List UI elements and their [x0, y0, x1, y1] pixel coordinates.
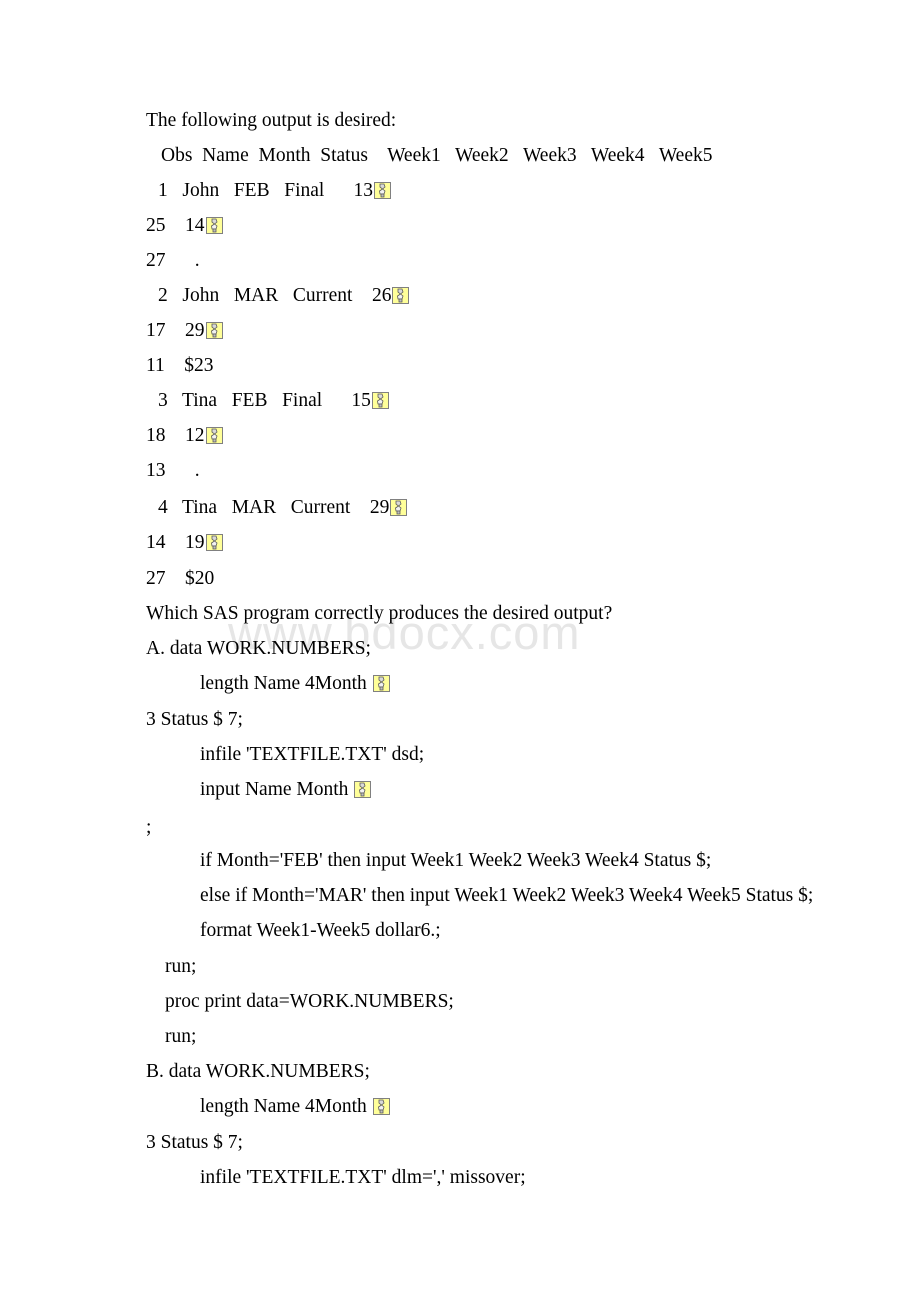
broken-image-placeholder-icon	[205, 534, 223, 551]
sp	[577, 145, 591, 166]
header-week4: Week4	[590, 145, 645, 166]
broken-image-placeholder-icon	[392, 287, 410, 304]
row-main-text: 1 John FEB Final 13	[158, 180, 374, 201]
row-cont-text: 17 29	[146, 320, 205, 341]
choice-b-label[interactable]: B. data WORK.NUMBERS;	[146, 1061, 370, 1085]
table-row-cont: 25 14	[146, 215, 224, 239]
question-text: Which SAS program correctly produces the…	[146, 603, 613, 624]
table-row: 1 John FEB Final 13	[158, 180, 392, 204]
sp	[441, 145, 455, 166]
choice-a-line: if Month='FEB' then input Week1 Week2 We…	[200, 850, 712, 871]
document-page: www.bdocx.com The following output is de…	[0, 0, 920, 1302]
header-week5: Week5	[658, 145, 713, 166]
sp	[311, 145, 321, 166]
choice-a-line: else if Month='MAR' then input Week1 Wee…	[200, 885, 814, 906]
sp	[509, 145, 523, 166]
choice-a-line: input Name Month	[200, 779, 372, 803]
table-row-cont: 17 29	[146, 320, 224, 344]
choice-a-line: infile 'TEXTFILE.TXT' dsd;	[200, 744, 425, 765]
broken-image-placeholder-icon	[371, 392, 389, 409]
header-week3: Week3	[522, 145, 577, 166]
row-main-text: 2 John MAR Current 26	[158, 285, 392, 306]
header-name: Name	[202, 145, 249, 166]
row-main-text: 4 Tina MAR Current 29	[158, 497, 390, 518]
table-row-cont: 27 $20	[146, 568, 215, 589]
header-obs: Obs	[161, 145, 193, 166]
choice-a-line: run;	[165, 956, 197, 977]
broken-image-placeholder-icon	[372, 1098, 390, 1115]
broken-image-placeholder-icon	[205, 217, 223, 234]
intro-text: The following output is desired:	[146, 110, 397, 131]
output-table-header: Obs Name Month Status Week1 Week2 Week3 …	[161, 145, 713, 169]
header-week2: Week2	[455, 145, 509, 166]
table-row: 2 John MAR Current 26	[158, 285, 410, 309]
sp	[368, 145, 387, 166]
broken-image-placeholder-icon	[390, 499, 408, 516]
broken-image-placeholder-icon	[205, 427, 223, 444]
choice-a-line: run;	[165, 1026, 197, 1047]
sp	[192, 145, 202, 166]
row-cont-text: 25 14	[146, 215, 205, 236]
header-week1: Week1	[387, 145, 441, 166]
choice-a-line: 3 Status $ 7;	[146, 709, 243, 730]
choice-b-line: 3 Status $ 7;	[146, 1132, 243, 1153]
table-row-cont: 18 12	[146, 425, 224, 449]
choice-b-line: infile 'TEXTFILE.TXT' dlm=',' missover;	[200, 1167, 526, 1188]
table-row-cont: 14 19	[146, 532, 224, 556]
choice-a-line: proc print data=WORK.NUMBERS;	[165, 991, 454, 1012]
table-row-cont: 13 .	[146, 460, 200, 481]
code-text: input Name Month	[200, 779, 354, 800]
sp	[645, 145, 659, 166]
table-row: 4 Tina MAR Current 29	[158, 497, 408, 521]
table-row-cont: 27 .	[146, 250, 200, 271]
table-row: 3 Tina FEB Final 15	[158, 390, 390, 414]
broken-image-placeholder-icon	[372, 675, 390, 692]
choice-a-line: format Week1-Week5 dollar6.;	[200, 920, 441, 941]
broken-image-placeholder-icon	[354, 781, 372, 798]
choice-a-line: ;	[146, 817, 152, 838]
choice-a-line: length Name 4Month	[200, 673, 391, 697]
choice-b-line: length Name 4Month	[200, 1096, 391, 1120]
row-main-text: 3 Tina FEB Final 15	[158, 390, 371, 411]
code-text: length Name 4Month	[200, 673, 372, 694]
table-row-cont: 11 $23	[146, 355, 214, 376]
header-status: Status	[320, 145, 368, 166]
choice-a-label[interactable]: A. data WORK.NUMBERS;	[146, 638, 371, 662]
row-cont-text: 14 19	[146, 532, 205, 553]
header-month: Month	[258, 145, 311, 166]
broken-image-placeholder-icon	[205, 322, 223, 339]
broken-image-placeholder-icon	[374, 182, 392, 199]
row-cont-text: 18 12	[146, 425, 205, 446]
code-text: length Name 4Month	[200, 1096, 372, 1117]
